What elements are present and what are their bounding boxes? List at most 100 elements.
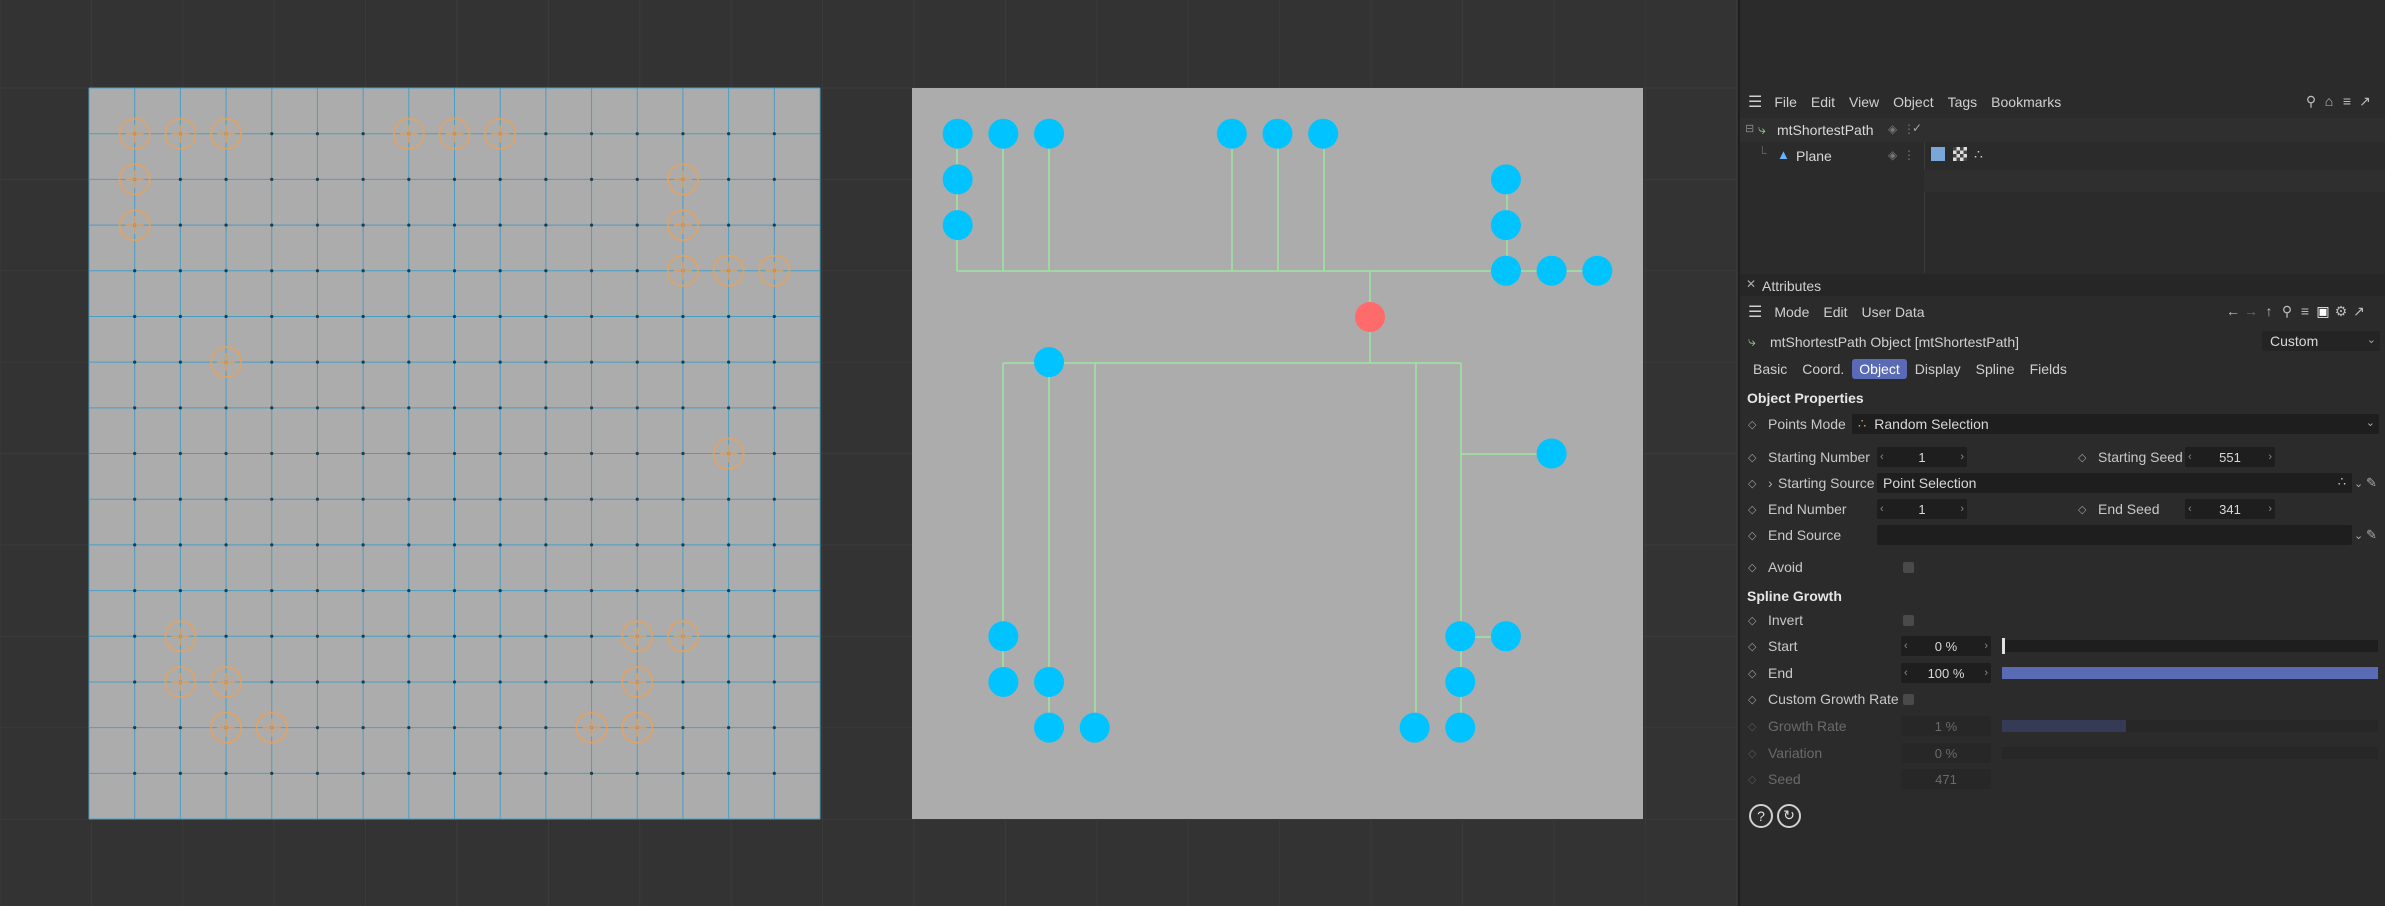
viewport[interactable] — [0, 0, 1738, 906]
end-slider[interactable] — [2002, 667, 2378, 679]
keyframe-diamond-icon[interactable]: ◇ — [1748, 561, 1756, 574]
keyframe-diamond-icon[interactable]: ◇ — [1748, 451, 1756, 464]
decrement-arrow-icon[interactable]: ‹ — [1904, 640, 1908, 652]
keyframe-diamond-icon[interactable]: ◇ — [1748, 693, 1756, 706]
object-list-row[interactable]: ⊟ ⤷ mtShortestPath ◈ ⋮ ✓ — [1740, 118, 2385, 142]
keyframe-diamond-icon[interactable]: ◇ — [1748, 640, 1756, 653]
grid-vertex — [315, 223, 320, 227]
object-name-mtshortestpath[interactable]: mtShortestPath — [1777, 122, 1874, 138]
keyframe-diamond-icon[interactable]: ◇ — [2078, 503, 2086, 516]
tab-object[interactable]: Object — [1852, 359, 1907, 379]
increment-arrow-icon[interactable]: › — [2268, 503, 2272, 515]
grid-vertex — [452, 177, 457, 181]
keyframe-diamond-icon[interactable]: ◇ — [1748, 477, 1756, 490]
grid-vertex — [361, 177, 365, 181]
decrement-arrow-icon[interactable]: ‹ — [1880, 503, 1884, 515]
starting-seed-field[interactable]: ‹ 551 › — [2185, 447, 2275, 467]
decrement-arrow-icon[interactable]: ‹ — [1880, 451, 1884, 463]
left-plane[interactable] — [88, 87, 821, 820]
increment-arrow-icon[interactable]: › — [1984, 667, 1988, 679]
keyframe-diamond-icon[interactable]: ◇ — [1748, 418, 1756, 431]
menu-mode[interactable]: Mode — [1774, 304, 1809, 320]
end-number-field[interactable]: ‹ 1 › — [1877, 499, 1967, 519]
grid-vertex — [544, 132, 548, 136]
chevron-down-icon[interactable]: ⌄ — [2354, 529, 2363, 542]
keyframe-diamond-icon[interactable]: ◇ — [1748, 614, 1756, 627]
object-name-plane[interactable]: Plane — [1796, 148, 1832, 164]
starting-number-field[interactable]: ‹ 1 › — [1877, 447, 1967, 467]
starting-source-field[interactable]: Point Selection ∴ — [1877, 473, 2352, 493]
keyframe-diamond-icon[interactable]: ◇ — [1748, 503, 1756, 516]
start-slider-handle[interactable] — [2002, 638, 2005, 654]
collapse-icon[interactable]: ⊟ — [1745, 122, 1754, 135]
home-icon[interactable]: ⌂ — [2322, 94, 2336, 108]
invert-checkbox[interactable] — [1903, 615, 1914, 626]
decrement-arrow-icon[interactable]: ‹ — [2188, 451, 2192, 463]
help-button[interactable]: ? — [1749, 804, 1773, 828]
visibility-dots-icon[interactable]: ⋮ — [1903, 148, 1915, 162]
keyframe-diamond-icon[interactable]: ◇ — [2078, 451, 2086, 464]
search-icon[interactable]: ⚲ — [2280, 304, 2294, 318]
avoid-checkbox[interactable] — [1903, 562, 1914, 573]
decrement-arrow-icon[interactable]: ‹ — [2188, 503, 2192, 515]
menu-edit[interactable]: Edit — [1811, 94, 1835, 110]
material-tag-icon[interactable] — [1953, 147, 1967, 161]
grid-vertex — [178, 543, 182, 547]
selection-tag-icon[interactable]: ∴ — [1974, 146, 1983, 163]
enabled-check-icon[interactable]: ✓ — [1912, 121, 1922, 135]
decrement-arrow-icon[interactable]: ‹ — [1904, 667, 1908, 679]
new-window-icon[interactable]: ↗ — [2358, 94, 2372, 108]
tab-basic[interactable]: Basic — [1746, 359, 1794, 379]
search-icon[interactable]: ⚲ — [2304, 94, 2318, 108]
start-slider[interactable] — [2002, 638, 2378, 654]
menu-object[interactable]: Object — [1893, 94, 1933, 110]
object-list-row[interactable]: └ ▲ Plane ◈ ⋮ ∴ — [1740, 144, 2385, 168]
grid-vertex — [361, 771, 365, 775]
menu-bookmarks[interactable]: Bookmarks — [1991, 94, 2061, 110]
layout-dropdown[interactable]: Custom ⌄ — [2262, 331, 2380, 351]
end-seed-field[interactable]: ‹ 341 › — [2185, 499, 2275, 519]
filter-icon[interactable]: ≡ — [2298, 304, 2312, 318]
increment-arrow-icon[interactable]: › — [2268, 451, 2272, 463]
forward-arrow-icon[interactable]: → — [2244, 304, 2258, 318]
right-plane[interactable] — [912, 88, 1643, 819]
filter-icon[interactable]: ≡ — [2340, 94, 2354, 108]
hamburger-menu-icon[interactable]: ☰ — [1748, 302, 1762, 322]
chevron-down-icon[interactable]: ⌄ — [2354, 477, 2363, 490]
increment-arrow-icon[interactable]: › — [1960, 451, 1964, 463]
new-window-icon[interactable]: ↗ — [2352, 304, 2366, 318]
custom-growth-rate-checkbox[interactable] — [1903, 694, 1914, 705]
close-icon[interactable]: ✕ — [1746, 277, 1756, 291]
tab-fields[interactable]: Fields — [2023, 359, 2074, 379]
menu-file[interactable]: File — [1774, 94, 1797, 110]
lock-icon[interactable]: ▣ — [2316, 304, 2330, 318]
start-field[interactable]: ‹ 0 % › — [1901, 636, 1991, 656]
keyframe-diamond-icon[interactable]: ◇ — [1748, 667, 1756, 680]
grid-vertex — [407, 314, 411, 319]
back-arrow-icon[interactable]: ← — [2226, 304, 2240, 318]
end-source-field[interactable] — [1877, 525, 2352, 545]
menu-tags[interactable]: Tags — [1948, 94, 1978, 110]
grid-vertex — [589, 451, 594, 456]
up-arrow-icon[interactable]: ↑ — [2262, 304, 2276, 318]
hamburger-menu-icon[interactable]: ☰ — [1748, 92, 1762, 112]
increment-arrow-icon[interactable]: › — [1984, 640, 1988, 652]
end-field[interactable]: ‹ 100 % › — [1901, 663, 1991, 683]
pick-pen-icon[interactable]: ✎ — [2366, 475, 2377, 491]
tab-coord[interactable]: Coord. — [1795, 359, 1851, 379]
points-mode-dropdown[interactable]: ∴ Random Selection ⌄ — [1852, 414, 2379, 434]
expand-arrow-icon[interactable]: › — [1768, 475, 1773, 491]
tab-display[interactable]: Display — [1908, 359, 1968, 379]
grid-vertex — [727, 223, 731, 227]
keyframe-diamond-icon[interactable]: ◇ — [1748, 529, 1756, 542]
refresh-button[interactable]: ↻ — [1777, 804, 1801, 828]
increment-arrow-icon[interactable]: › — [1960, 503, 1964, 515]
menu-edit[interactable]: Edit — [1823, 304, 1847, 320]
menu-user-data[interactable]: User Data — [1862, 304, 1925, 320]
phong-tag-icon[interactable] — [1931, 147, 1945, 161]
layer-icon: ◈ — [1888, 122, 1898, 136]
pick-pen-icon[interactable]: ✎ — [2366, 527, 2377, 543]
menu-view[interactable]: View — [1849, 94, 1879, 110]
tab-spline[interactable]: Spline — [1969, 359, 2022, 379]
settings-icon[interactable]: ⚙ — [2334, 304, 2348, 318]
